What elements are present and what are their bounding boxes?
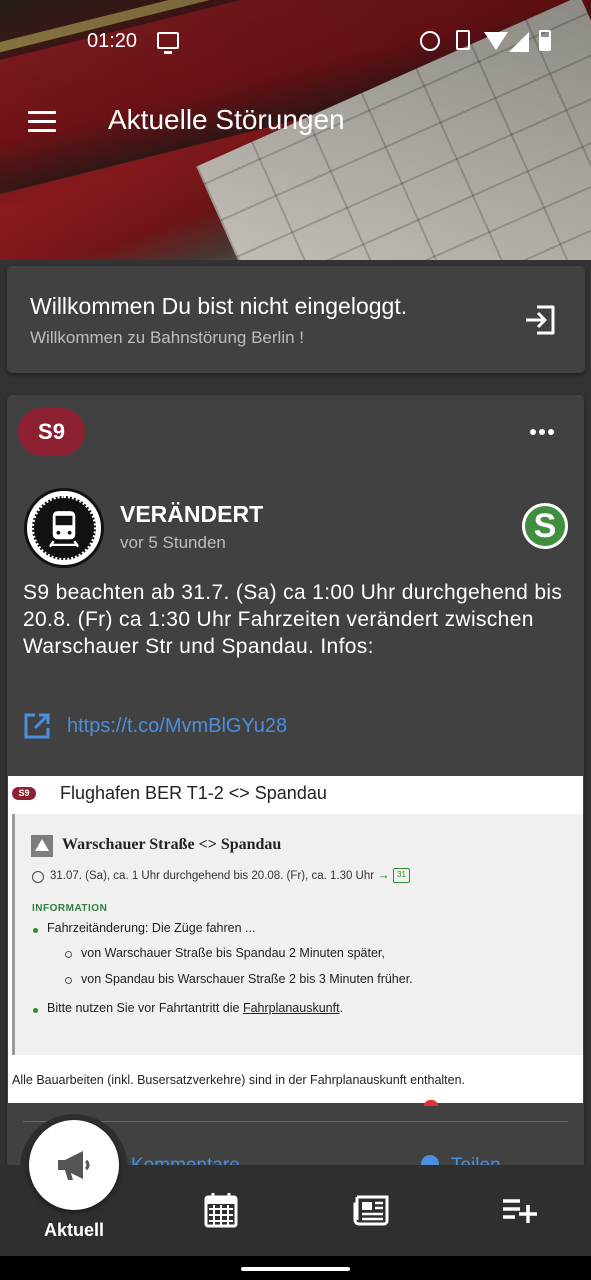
nav-aktuell-button[interactable] — [29, 1120, 119, 1210]
embed-header: S9 Flughafen BER T1-2 <> Spandau — [8, 776, 583, 810]
post-card: S9 VERÄNDERT vor 5 Stunden S S9 beachten… — [7, 395, 584, 1185]
embed-bullet-1: Fahrzeitänderung: Die Züge fahren ... — [47, 921, 256, 935]
line-badge[interactable]: S9 — [18, 408, 85, 456]
menu-icon[interactable] — [24, 108, 60, 136]
open-in-new-icon — [24, 713, 50, 739]
post-timestamp: vor 5 Stunden — [120, 533, 226, 552]
embed-line-badge: S9 — [12, 786, 36, 800]
alarm-icon — [420, 31, 440, 51]
embed-footer: Alle Bauarbeiten (inkl. Busersatzverkehr… — [12, 1073, 466, 1087]
playlist-add-icon — [503, 1199, 537, 1223]
nav-aktuell-label[interactable]: Aktuell — [0, 1220, 148, 1241]
post-status: VERÄNDERT — [120, 501, 264, 527]
bullet-dot — [33, 1008, 38, 1013]
link-url[interactable]: https://t.co/MvmBlGYu28 — [67, 715, 287, 738]
more-horizontal-icon[interactable] — [527, 421, 557, 441]
wifi-icon — [484, 32, 508, 50]
embed-bullet-2-prefix: Bitte nutzen Sie vor Fahrtantritt die — [47, 1001, 240, 1015]
bullet-dot — [33, 928, 38, 933]
embed-sub-1: von Warschauer Straße bis Spandau 2 Minu… — [81, 946, 385, 960]
card-divider — [23, 1121, 568, 1122]
embed-sub-2: von Spandau bis Warschauer Straße 2 bis … — [81, 972, 413, 986]
embed-red-marker — [424, 1100, 438, 1106]
train-avatar-icon — [24, 488, 104, 568]
status-bar: 01:20 — [0, 24, 591, 60]
header-banner: 01:20 Aktuelle Störungen — [0, 0, 591, 260]
login-title: Willkommen Du bist nicht eingeloggt. — [30, 293, 408, 319]
embed-info-label: INFORMATION — [32, 903, 108, 914]
embed-notice-box: Warschauer Straße <> Spandau 31.07. (Sa)… — [12, 814, 583, 1055]
embed-fahrplan-link: Fahrplanauskunft — [242, 1001, 340, 1015]
embed-route: Flughafen BER T1-2 <> Spandau — [60, 782, 327, 803]
clock-icon — [32, 871, 44, 883]
post-text: S9 beachten ab 31.7. (Sa) ca 1:00 Uhr du… — [23, 581, 563, 658]
system-navigation-bar — [0, 1256, 591, 1280]
warning-icon — [31, 835, 53, 857]
post-image[interactable]: S9 Flughafen BER T1-2 <> Spandau Warscha… — [8, 776, 583, 1106]
embed-bullet-2-suffix: . — [339, 1001, 344, 1015]
sub-bullet-ring — [65, 951, 72, 958]
login-subtitle: Willkommen zu Bahnstörung Berlin ! — [30, 328, 305, 347]
calendar-mini-icon: 31 — [393, 868, 410, 883]
login-icon[interactable] — [523, 302, 559, 338]
sub-bullet-ring — [65, 977, 72, 984]
home-gesture-pill[interactable] — [241, 1267, 350, 1271]
battery-icon — [539, 30, 551, 51]
embed-title: Warschauer Straße <> Spandau — [62, 836, 282, 853]
signal-icon — [509, 32, 529, 52]
calendar-icon — [204, 1193, 238, 1228]
status-time: 01:20 — [87, 30, 138, 52]
arrow-right-icon: → — [377, 867, 390, 882]
embed-date: 31.07. (Sa), ca. 1 Uhr durchgehend bis 2… — [50, 870, 375, 882]
sbahn-logo-icon: S — [522, 503, 568, 549]
embed-bullet-2: Bitte nutzen Sie vor Fahrtantritt die Fa… — [47, 1001, 343, 1015]
newspaper-icon — [353, 1195, 389, 1226]
nav-calendar-button[interactable] — [197, 1188, 245, 1232]
vibrate-icon — [456, 30, 470, 50]
login-card[interactable]: Willkommen Du bist nicht eingeloggt. Wil… — [7, 266, 585, 373]
megaphone-icon — [58, 1151, 90, 1180]
cast-icon — [157, 32, 179, 54]
post-link[interactable]: https://t.co/MvmBlGYu28 — [23, 709, 287, 743]
nav-playlist-add-button[interactable] — [494, 1188, 542, 1232]
page-title: Aktuelle Störungen — [108, 104, 345, 135]
nav-news-button[interactable] — [347, 1188, 395, 1232]
